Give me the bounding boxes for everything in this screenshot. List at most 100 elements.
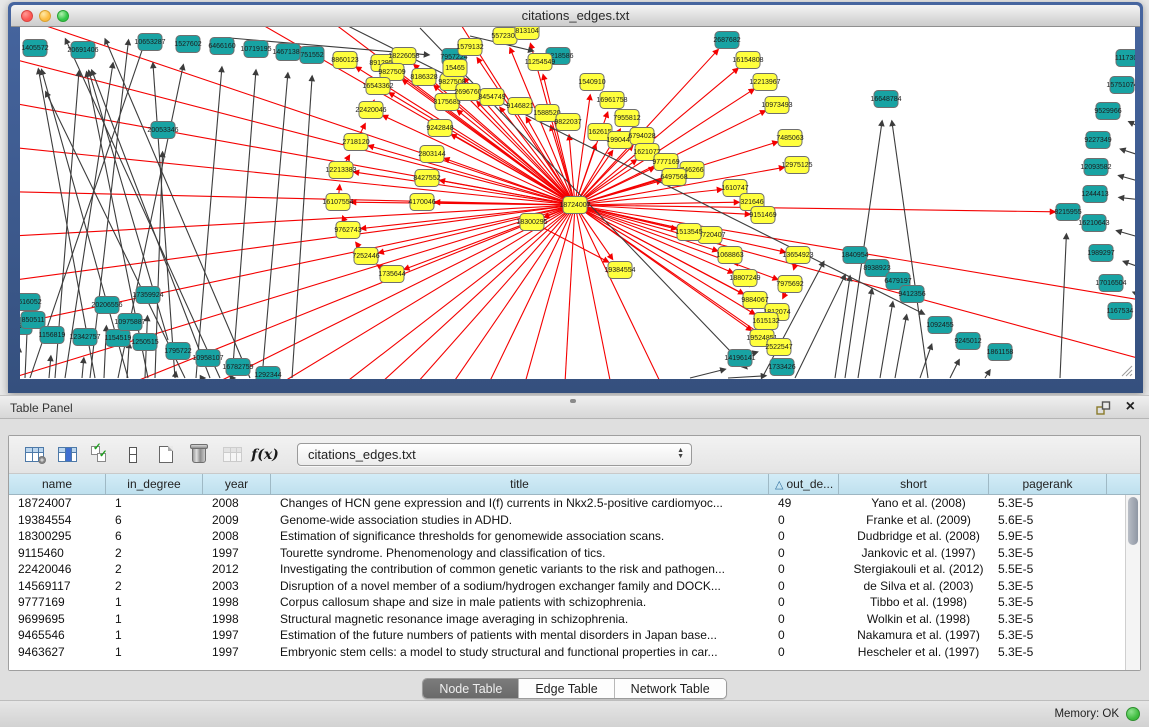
- table-cell[interactable]: 5.3E-5: [989, 496, 1107, 510]
- table-cell[interactable]: 6: [106, 529, 203, 543]
- table-cell[interactable]: 22420046: [9, 562, 106, 576]
- close-panel-icon[interactable]: ×: [1126, 398, 1135, 416]
- table-cell[interactable]: Tourette syndrome. Phenomenology and cla…: [271, 546, 769, 560]
- column-header-title[interactable]: title: [271, 474, 769, 494]
- table-cell[interactable]: 14569117: [9, 579, 106, 593]
- table-cell[interactable]: 2008: [203, 496, 271, 510]
- table-cell[interactable]: Nakamura et al. (1997): [839, 628, 989, 642]
- table-cell[interactable]: 5.3E-5: [989, 628, 1107, 642]
- table-cell[interactable]: 9463627: [9, 645, 106, 659]
- table-cell[interactable]: Franke et al. (2009): [839, 513, 989, 527]
- table-cell[interactable]: 2: [106, 546, 203, 560]
- table-cell[interactable]: 0: [769, 645, 839, 659]
- new-table-button[interactable]: [151, 441, 181, 469]
- float-panel-icon[interactable]: [1096, 401, 1111, 415]
- resize-grip-icon[interactable]: [1130, 374, 1132, 376]
- network-canvas[interactable]: 1405572206914061065328715276026466160107…: [20, 27, 1135, 379]
- table-cell[interactable]: 0: [769, 546, 839, 560]
- table-cell[interactable]: 0: [769, 595, 839, 609]
- tab-edge-table[interactable]: Edge Table: [519, 679, 614, 698]
- table-cell[interactable]: 5.6E-5: [989, 513, 1107, 527]
- table-cell[interactable]: Wolkin et al. (1998): [839, 612, 989, 626]
- row-height-button[interactable]: [118, 441, 148, 469]
- table-cell[interactable]: 1997: [203, 645, 271, 659]
- vertical-scrollbar[interactable]: [1125, 495, 1140, 670]
- table-cell[interactable]: 18724007: [9, 496, 106, 510]
- table-cell[interactable]: 2: [106, 579, 203, 593]
- show-columns-button[interactable]: [52, 441, 82, 469]
- table-cell[interactable]: 2008: [203, 529, 271, 543]
- table-row[interactable]: 1938455462009Genome-wide association stu…: [9, 512, 1125, 529]
- table-settings-button[interactable]: [19, 441, 49, 469]
- table-row[interactable]: 977716911998Corpus callosum shape and si…: [9, 594, 1125, 611]
- table-cell[interactable]: Hescheler et al. (1997): [839, 645, 989, 659]
- table-cell[interactable]: Stergiakouli et al. (2012): [839, 562, 989, 576]
- table-cell[interactable]: 0: [769, 562, 839, 576]
- table-cell[interactable]: de Silva et al. (2003): [839, 579, 989, 593]
- table-cell[interactable]: Dudbridge et al. (2008): [839, 529, 989, 543]
- table-cell[interactable]: 5.9E-5: [989, 529, 1107, 543]
- tab-node-table[interactable]: Node Table: [423, 679, 519, 698]
- column-header-short[interactable]: short: [839, 474, 989, 494]
- table-cell[interactable]: Yano et al. (2008): [839, 496, 989, 510]
- table-cell[interactable]: 1: [106, 628, 203, 642]
- table-cell[interactable]: 5.3E-5: [989, 546, 1107, 560]
- table-cell[interactable]: Jankovic et al. (1997): [839, 546, 989, 560]
- table-cell[interactable]: 5.5E-5: [989, 562, 1107, 576]
- table-cell[interactable]: Corpus callosum shape and size in male p…: [271, 595, 769, 609]
- column-header-name[interactable]: name: [9, 474, 106, 494]
- select-columns-button[interactable]: ✓✓: [85, 441, 115, 469]
- table-cell[interactable]: 5.3E-5: [989, 595, 1107, 609]
- column-header-in-degree[interactable]: in_degree: [106, 474, 203, 494]
- table-row[interactable]: 946554611997Estimation of the future num…: [9, 627, 1125, 644]
- scrollbar-thumb[interactable]: [1128, 497, 1138, 545]
- table-cell[interactable]: 2009: [203, 513, 271, 527]
- table-row[interactable]: 946362711997Embryonic stem cells: a mode…: [9, 644, 1125, 661]
- delete-table-button[interactable]: [184, 441, 214, 469]
- table-cell[interactable]: 1: [106, 496, 203, 510]
- column-header-pagerank[interactable]: pagerank: [989, 474, 1107, 494]
- column-header-out-degree[interactable]: △ out_de...: [769, 474, 839, 494]
- table-cell[interactable]: Disruption of a novel member of a sodium…: [271, 579, 769, 593]
- table-cell[interactable]: Structural magnetic resonance image aver…: [271, 612, 769, 626]
- table-cell[interactable]: 9699695: [9, 612, 106, 626]
- table-cell[interactable]: Estimation of significance thresholds fo…: [271, 529, 769, 543]
- table-cell[interactable]: 0: [769, 628, 839, 642]
- table-cell[interactable]: Investigating the contribution of common…: [271, 562, 769, 576]
- table-cell[interactable]: Genome-wide association studies in ADHD.: [271, 513, 769, 527]
- table-cell[interactable]: 0: [769, 612, 839, 626]
- table-cell[interactable]: 0: [769, 579, 839, 593]
- table-cell[interactable]: 1: [106, 645, 203, 659]
- table-cell[interactable]: 0: [769, 513, 839, 527]
- table-cell[interactable]: 6: [106, 513, 203, 527]
- table-cell[interactable]: 0: [769, 529, 839, 543]
- table-cell[interactable]: 1997: [203, 628, 271, 642]
- table-cell[interactable]: 49: [769, 496, 839, 510]
- table-cell[interactable]: 9465546: [9, 628, 106, 642]
- table-row[interactable]: 969969511998Structural magnetic resonanc…: [9, 611, 1125, 628]
- table-row[interactable]: 911546021997Tourette syndrome. Phenomeno…: [9, 545, 1125, 562]
- panel-drag-handle[interactable]: [570, 399, 576, 403]
- table-cell[interactable]: 5.3E-5: [989, 579, 1107, 593]
- table-cell[interactable]: 5.3E-5: [989, 645, 1107, 659]
- table-cell[interactable]: 2: [106, 562, 203, 576]
- table-cell[interactable]: 1998: [203, 612, 271, 626]
- table-cell[interactable]: Tibbo et al. (1998): [839, 595, 989, 609]
- table-cell[interactable]: Estimation of the future numbers of pati…: [271, 628, 769, 642]
- table-cell[interactable]: 9115460: [9, 546, 106, 560]
- table-cell[interactable]: 2012: [203, 562, 271, 576]
- function-builder-button[interactable]: f(x): [250, 441, 280, 469]
- table-cell[interactable]: 19384554: [9, 513, 106, 527]
- table-cell[interactable]: Changes of HCN gene expression and I(f) …: [271, 496, 769, 510]
- table-selector-dropdown[interactable]: citations_edges.txt ▲▼: [297, 443, 692, 466]
- window-titlebar[interactable]: citations_edges.txt: [11, 5, 1140, 27]
- table-row[interactable]: 1456911722003Disruption of a novel membe…: [9, 578, 1125, 595]
- column-header-year[interactable]: year: [203, 474, 271, 494]
- table-cell[interactable]: 1: [106, 612, 203, 626]
- table-cell[interactable]: 1: [106, 595, 203, 609]
- tab-network-table[interactable]: Network Table: [615, 679, 726, 698]
- table-row[interactable]: 1872400712008Changes of HCN gene express…: [9, 495, 1125, 512]
- table-row[interactable]: 1830029562008Estimation of significance …: [9, 528, 1125, 545]
- table-row[interactable]: 2242004622012Investigating the contribut…: [9, 561, 1125, 578]
- table-cell[interactable]: 9777169: [9, 595, 106, 609]
